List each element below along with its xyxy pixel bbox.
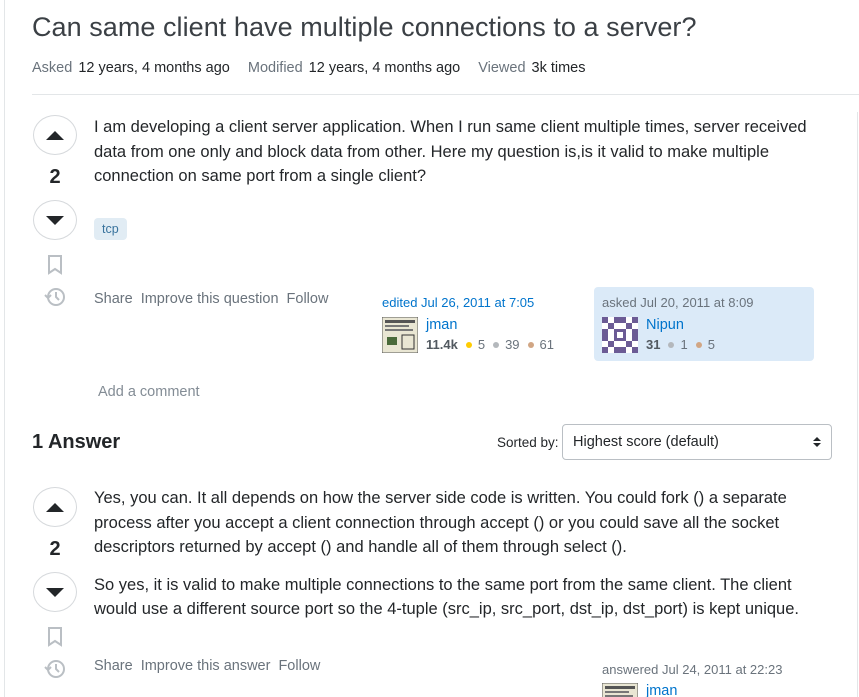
tag-tcp[interactable]: tcp bbox=[94, 218, 127, 240]
bronze-badge-icon bbox=[695, 341, 702, 348]
user-name[interactable]: jman bbox=[646, 683, 677, 697]
question-actions: Share Improve this question Follow bbox=[94, 291, 328, 307]
user-reputation: 11.4k 5 39 61 bbox=[426, 337, 554, 352]
bookmark-icon bbox=[48, 627, 62, 647]
silver-badge-icon bbox=[668, 341, 675, 348]
sort-selected-value: Highest score (default) bbox=[573, 434, 719, 450]
sort-select[interactable]: Highest score (default) bbox=[562, 424, 832, 460]
follow-link[interactable]: Follow bbox=[278, 658, 320, 674]
answers-count-heading: 1 Answer bbox=[32, 431, 121, 453]
user-name[interactable]: Nipun bbox=[646, 317, 715, 334]
history-icon bbox=[44, 660, 65, 678]
upvote-icon bbox=[46, 502, 64, 512]
downvote-icon bbox=[46, 587, 64, 597]
share-link[interactable]: Share bbox=[94, 291, 133, 307]
improve-link[interactable]: Improve this answer bbox=[141, 658, 271, 674]
question-paragraph: I am developing a client server applicat… bbox=[94, 118, 807, 185]
answer-actions: Share Improve this answer Follow bbox=[94, 658, 320, 674]
answered-timestamp: answered Jul 24, 2011 at 22:23 bbox=[602, 662, 783, 677]
user-name[interactable]: jman bbox=[426, 317, 554, 334]
history-button[interactable] bbox=[44, 658, 66, 680]
owner-signature: asked Jul 20, 2011 at 8:09 Nipun 31 1 5 bbox=[594, 287, 814, 361]
add-comment-link[interactable]: Add a comment bbox=[98, 384, 200, 400]
avatar[interactable] bbox=[602, 317, 638, 353]
editor-signature: edited Jul 26, 2011 at 7:05 jman 11.4k 5… bbox=[382, 295, 554, 353]
bookmark-button[interactable] bbox=[44, 626, 66, 648]
share-link[interactable]: Share bbox=[94, 658, 133, 674]
answer-paragraph: So yes, it is valid to make multiple con… bbox=[94, 575, 799, 619]
question-vote-column: 2 bbox=[33, 115, 77, 308]
question-meta: Asked 12 years, 4 months ago Modified 12 y… bbox=[32, 60, 586, 76]
meta-asked: Asked 12 years, 4 months ago bbox=[32, 60, 230, 76]
upvote-icon bbox=[46, 130, 64, 140]
answer-body: Yes, you can. It all depends on how the … bbox=[94, 486, 819, 635]
question-body: I am developing a client server applicat… bbox=[94, 115, 814, 202]
bookmark-icon bbox=[48, 255, 62, 275]
divider bbox=[32, 94, 859, 95]
edited-timestamp[interactable]: edited Jul 26, 2011 at 7:05 bbox=[382, 295, 554, 310]
upvote-button[interactable] bbox=[33, 487, 77, 527]
downvote-button[interactable] bbox=[33, 200, 77, 240]
asked-timestamp: asked Jul 20, 2011 at 8:09 bbox=[602, 295, 754, 310]
vote-count: 2 bbox=[49, 166, 61, 188]
gold-badge-icon bbox=[465, 341, 472, 348]
answer-paragraph: Yes, you can. It all depends on how the … bbox=[94, 489, 787, 556]
upvote-button[interactable] bbox=[33, 115, 77, 155]
downvote-button[interactable] bbox=[33, 572, 77, 612]
follow-link[interactable]: Follow bbox=[287, 291, 329, 307]
answerer-signature: answered Jul 24, 2011 at 22:23 jman bbox=[602, 662, 782, 697]
history-button[interactable] bbox=[44, 286, 66, 308]
downvote-icon bbox=[46, 215, 64, 225]
silver-badge-icon bbox=[493, 341, 500, 348]
right-sidebar-border bbox=[857, 112, 858, 697]
vote-count: 2 bbox=[49, 538, 61, 560]
user-reputation: 31 1 5 bbox=[646, 337, 715, 352]
answer-vote-column: 2 bbox=[33, 487, 77, 680]
left-border bbox=[4, 0, 5, 697]
bookmark-button[interactable] bbox=[44, 254, 66, 276]
history-icon bbox=[44, 288, 65, 306]
meta-viewed: Viewed 3k times bbox=[478, 60, 586, 76]
avatar[interactable] bbox=[382, 317, 418, 353]
sort-chevrons-icon bbox=[813, 437, 821, 447]
avatar[interactable] bbox=[602, 683, 638, 697]
bronze-badge-icon bbox=[527, 341, 534, 348]
page-title[interactable]: Can same client have multiple connection… bbox=[32, 12, 697, 43]
meta-modified: Modified 12 years, 4 months ago bbox=[247, 60, 461, 76]
sort-label: Sorted by: bbox=[497, 435, 559, 450]
improve-link[interactable]: Improve this question bbox=[141, 291, 279, 307]
